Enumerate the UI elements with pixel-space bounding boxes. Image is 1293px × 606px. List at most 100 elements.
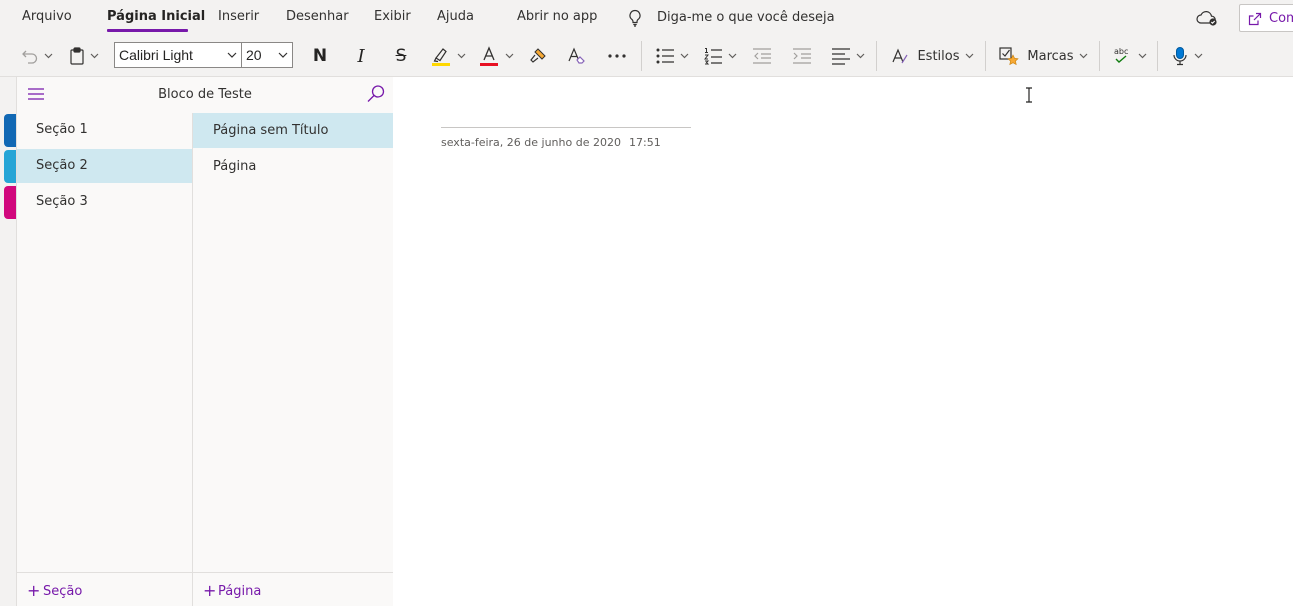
increase-indent-icon (793, 48, 811, 64)
chevron-down-icon (965, 53, 973, 59)
decrease-indent-button[interactable] (748, 41, 776, 71)
page-date: sexta-feira, 26 de junho de 2020 (441, 136, 621, 149)
undo-button[interactable] (17, 41, 57, 71)
spelling-button[interactable]: abc (1108, 41, 1150, 71)
bold-icon: N (312, 46, 328, 66)
chevron-down-icon (457, 53, 466, 59)
menu-exibir[interactable]: Exibir (374, 9, 411, 24)
ribbon-separator (985, 41, 986, 71)
tags-label: Marcas (1027, 48, 1074, 64)
underline-button[interactable]: S (387, 41, 415, 71)
section-tab-color-2 (4, 150, 16, 183)
plus-icon: + (27, 581, 41, 600)
font-name-select[interactable]: Calibri Light (114, 42, 242, 68)
format-painter-icon (530, 48, 546, 63)
bullets-button[interactable] (652, 41, 692, 71)
notebook-title[interactable]: Bloco de Teste (17, 87, 393, 102)
open-in-app-button[interactable]: Abrir no app (517, 9, 597, 24)
page-label: Página (213, 159, 257, 174)
section-item[interactable]: Seção 3 (17, 185, 192, 219)
page-label: Página sem Título (213, 123, 329, 138)
section-tab-color-3 (4, 186, 16, 219)
search-icon[interactable] (366, 84, 386, 104)
chevron-down-icon (505, 53, 514, 59)
page-item[interactable]: Página (193, 149, 393, 184)
section-item[interactable]: Seção 1 (17, 113, 192, 147)
italic-icon: I (357, 45, 365, 67)
more-options-button[interactable] (602, 41, 632, 71)
spelling-glyph: abc (1114, 47, 1128, 56)
styles-button[interactable]: Estilos (886, 41, 978, 71)
share-label: Com (1269, 11, 1293, 26)
font-size-value: 20 (246, 47, 262, 63)
clear-formatting-icon (568, 47, 585, 64)
chevron-down-icon (90, 53, 99, 59)
page-canvas[interactable] (393, 77, 1293, 606)
styles-icon (892, 48, 908, 64)
page-item[interactable]: Página sem Título (193, 113, 393, 148)
ribbon-separator (876, 41, 877, 71)
chevron-down-icon (680, 53, 689, 59)
paste-button[interactable] (64, 41, 104, 71)
font-size-select[interactable]: 20 (241, 42, 293, 68)
section-item[interactable]: Seção 2 (17, 149, 192, 183)
ribbon-toolbar: Calibri Light 20 N I S Estilos Marcas ab… (0, 36, 1293, 77)
add-section-button[interactable]: + Seção (17, 572, 193, 606)
spell-check-icon: abc (1114, 47, 1128, 63)
font-color-icon (480, 46, 498, 66)
pages-panel (193, 113, 393, 606)
font-color-swatch (480, 63, 498, 66)
chevron-down-icon (44, 53, 53, 59)
font-name-value: Calibri Light (119, 47, 193, 63)
section-label: Seção 1 (36, 122, 88, 137)
dictate-button[interactable] (1166, 41, 1208, 71)
clear-formatting-button[interactable] (562, 41, 590, 71)
active-tab-underline (107, 29, 188, 32)
tell-me-search[interactable]: Diga-me o que você deseja fazer (657, 10, 839, 25)
ribbon-separator (1157, 41, 1158, 71)
share-button[interactable]: Com (1239, 4, 1293, 32)
add-page-label: Página (218, 584, 262, 599)
highlight-color-button[interactable] (428, 41, 468, 71)
ribbon-separator (1099, 41, 1100, 71)
format-painter-button[interactable] (524, 41, 552, 71)
share-icon (1248, 12, 1262, 26)
section-label: Seção 3 (36, 194, 88, 209)
chevron-down-icon (227, 52, 237, 58)
chevron-down-icon (278, 52, 288, 58)
highlighter-icon (432, 48, 450, 66)
chevron-down-icon (728, 53, 737, 59)
menu-ajuda[interactable]: Ajuda (437, 9, 474, 24)
align-left-icon (832, 48, 850, 65)
sync-status-icon[interactable] (1196, 9, 1218, 27)
more-icon (608, 54, 626, 58)
styles-label: Estilos (917, 48, 960, 64)
tag-icon (999, 47, 1020, 66)
section-label: Seção 2 (36, 158, 88, 173)
font-color-button[interactable] (476, 41, 516, 71)
plus-icon: + (203, 581, 217, 600)
menu-bar: Arquivo Página Inicial Inserir Desenhar … (0, 0, 1293, 36)
add-page-button[interactable]: + Página (193, 572, 393, 606)
undo-icon (22, 50, 38, 64)
italic-button[interactable]: I (347, 41, 375, 71)
numbering-button[interactable] (700, 41, 740, 71)
chevron-down-icon (1138, 53, 1147, 59)
page-time: 17:51 (629, 136, 661, 149)
increase-indent-button[interactable] (788, 41, 816, 71)
chevron-down-icon (856, 53, 865, 59)
underline-icon: S (395, 46, 407, 66)
paragraph-alignment-button[interactable] (828, 41, 868, 71)
clipboard-icon (70, 47, 84, 65)
menu-inserir[interactable]: Inserir (218, 9, 259, 24)
lightbulb-icon (629, 9, 641, 27)
highlight-swatch (432, 63, 450, 66)
chevron-down-icon (1194, 53, 1203, 59)
menu-arquivo[interactable]: Arquivo (22, 9, 72, 24)
section-color-rail (0, 77, 17, 606)
bold-button[interactable]: N (306, 41, 334, 71)
menu-pagina-inicial[interactable]: Página Inicial (107, 9, 205, 24)
menu-desenhar[interactable]: Desenhar (286, 9, 349, 24)
tags-button[interactable]: Marcas (994, 41, 1092, 71)
microphone-icon (1173, 47, 1187, 66)
